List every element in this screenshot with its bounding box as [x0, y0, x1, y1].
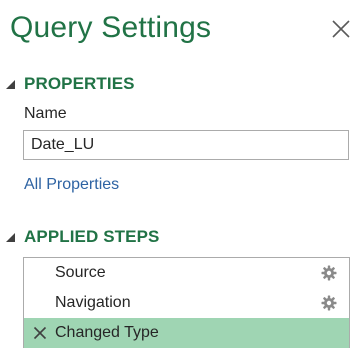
- applied-steps-list: Source Navigation Changed Type: [23, 257, 350, 348]
- step-label: Changed Type: [55, 324, 159, 341]
- step-navigation[interactable]: Navigation: [24, 288, 349, 318]
- pane-title: Query Settings: [10, 11, 212, 44]
- step-source[interactable]: Source: [24, 258, 349, 288]
- step-label: Source: [55, 264, 106, 281]
- close-button[interactable]: [330, 18, 352, 40]
- step-changed-type[interactable]: Changed Type: [24, 318, 349, 348]
- name-label: Name: [24, 105, 67, 122]
- step-label: Navigation: [55, 294, 131, 311]
- gear-icon[interactable]: [321, 295, 337, 311]
- all-properties-link[interactable]: All Properties: [24, 176, 119, 194]
- applied-steps-section-header[interactable]: APPLIED STEPS: [4, 225, 159, 249]
- caret-down-icon: [4, 231, 16, 243]
- gear-icon[interactable]: [321, 265, 337, 281]
- properties-section-header[interactable]: PROPERTIES: [4, 72, 135, 96]
- caret-down-icon: [4, 78, 16, 90]
- query-settings-pane: Query Settings PROPERTIES Name All Prope…: [0, 0, 359, 348]
- applied-steps-header-label: APPLIED STEPS: [24, 227, 160, 246]
- delete-step-icon[interactable]: [33, 326, 47, 340]
- query-name-input[interactable]: [23, 130, 349, 160]
- close-icon: [330, 18, 352, 40]
- properties-header-label: PROPERTIES: [24, 74, 135, 93]
